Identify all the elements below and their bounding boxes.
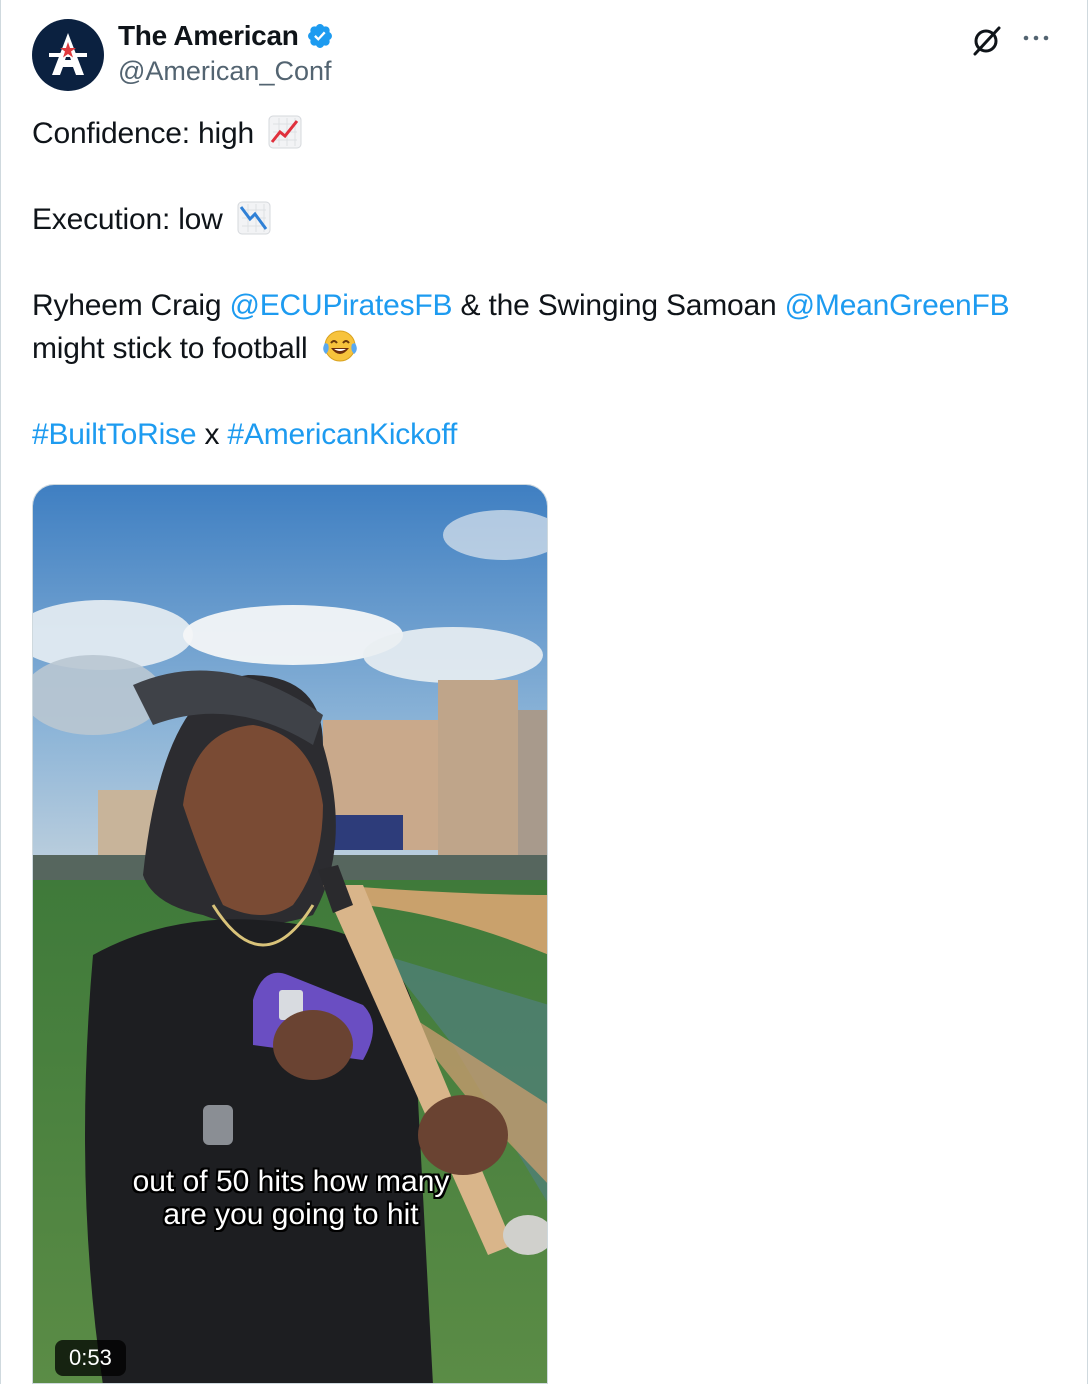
author-display-name[interactable]: The American (118, 20, 299, 52)
video-duration-badge: 0:53 (55, 1340, 126, 1376)
tweet-line-players: Ryheem Craig @ECUPiratesFB & the Swingin… (32, 284, 1042, 327)
tweet-line-hashtags: #BuiltToRise x #AmericanKickoff (32, 413, 1042, 456)
verified-badge-icon (307, 24, 332, 48)
hashtag-americankickoff[interactable]: #AmericanKickoff (227, 418, 457, 451)
mention-meangreenfb[interactable]: @MeanGreenFB (785, 289, 1010, 322)
chart-increasing-icon (268, 115, 302, 149)
chart-decreasing-icon (237, 201, 271, 235)
confidence-text: Confidence: high (32, 117, 254, 150)
execution-text: Execution: low (32, 203, 223, 236)
video-thumbnail (33, 485, 547, 1383)
tweet-line-execution: Execution: low (32, 198, 1042, 241)
avatar[interactable] (32, 19, 104, 91)
hashtag-builttorise[interactable]: #BuiltToRise (32, 418, 197, 451)
football-text: might stick to football (32, 332, 308, 365)
american-conference-logo-icon (49, 33, 87, 75)
author-name-row[interactable]: The American (118, 20, 334, 52)
grok-icon[interactable] (969, 24, 1003, 58)
tweet-line-football: might stick to football (32, 327, 1042, 370)
caption-line-1: out of 50 hits how many (132, 1165, 450, 1198)
players-text-part2: & the Swinging Samoan (452, 289, 785, 322)
video-player[interactable]: out of 50 hits how many are you going to… (32, 484, 548, 1384)
tweet-line-confidence: Confidence: high (32, 112, 1042, 155)
tweet-text: Confidence: high Execution: low Ryheem C… (32, 112, 1042, 456)
players-text-part1: Ryheem Craig (32, 289, 230, 322)
author-handle[interactable]: @American_Conf (118, 56, 332, 87)
face-with-tears-of-joy-icon (322, 330, 357, 362)
mention-ecupiratesfb[interactable]: @ECUPiratesFB (229, 289, 452, 322)
tweet-card: The American @American_Conf Confidence: … (0, 0, 1088, 1384)
video-caption: out of 50 hits how many are you going to… (33, 1165, 547, 1231)
hashtag-separator: x (196, 418, 228, 451)
more-horizontal-icon[interactable] (1020, 26, 1052, 50)
caption-line-2: are you going to hit (163, 1198, 419, 1231)
